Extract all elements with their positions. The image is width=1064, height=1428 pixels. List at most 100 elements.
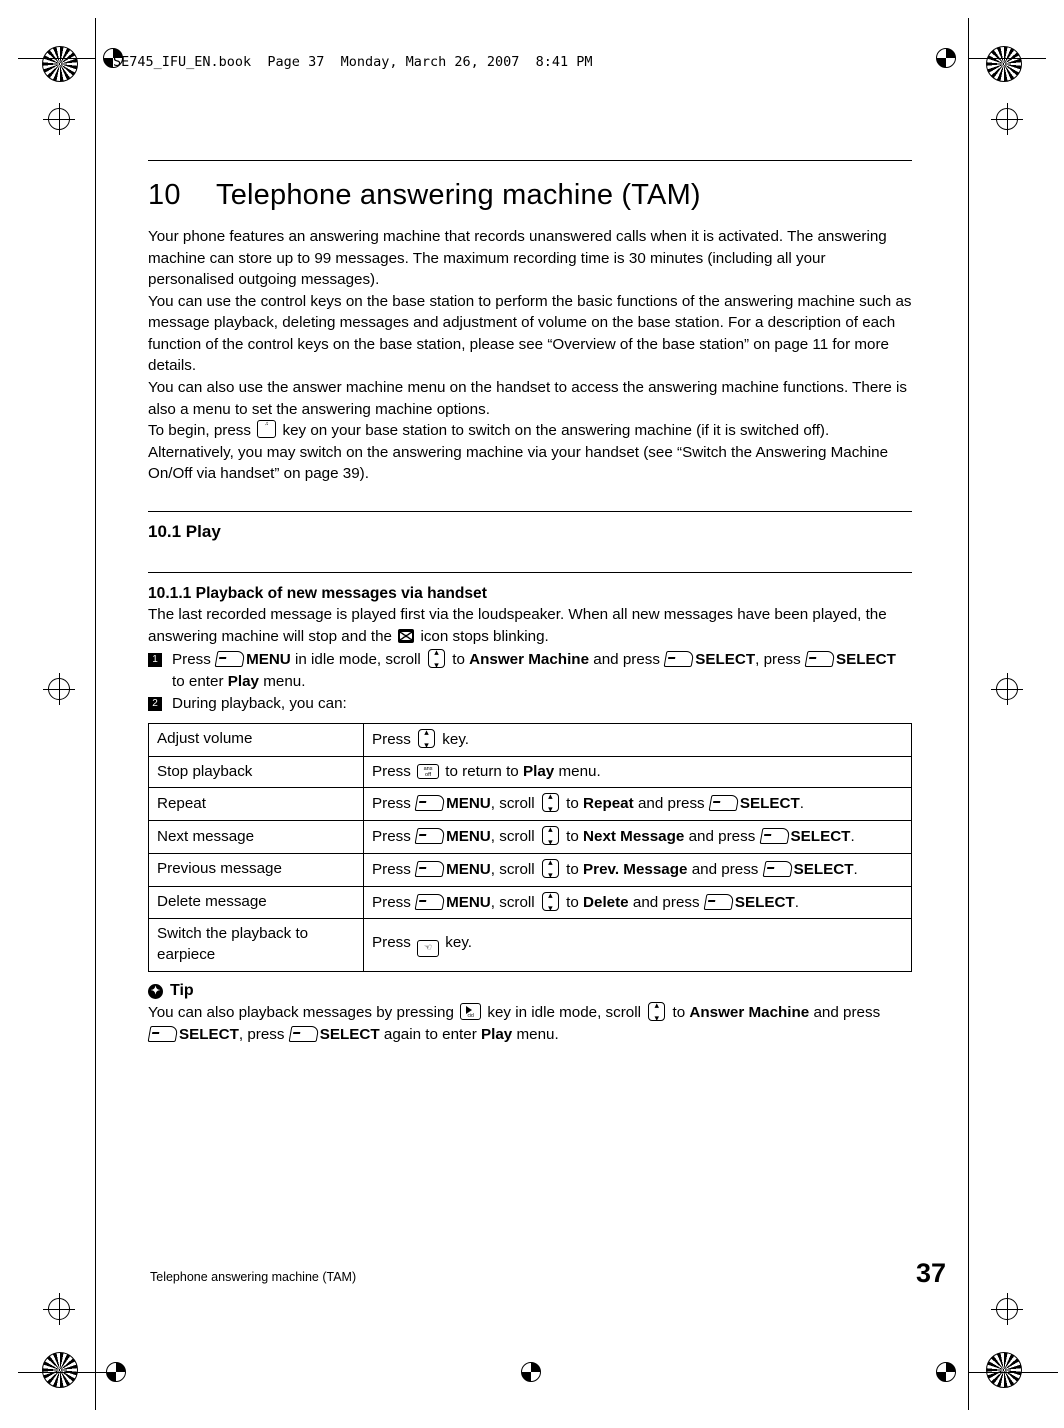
book-build-header: SE745_IFU_EN.book Page 37 Monday, March …	[113, 54, 593, 70]
soft-key-icon	[288, 1025, 320, 1042]
soft-key-icon	[414, 795, 446, 812]
playback-controls-table: Adjust volume Press key. Stop playback P…	[148, 722, 912, 973]
footer-chapter-name: Telephone answering machine (TAM)	[150, 1270, 357, 1284]
row2-period: .	[799, 795, 805, 813]
step1-text-and-press: and press	[593, 651, 660, 669]
soft-key-icon	[804, 651, 836, 668]
step1-text-enter: to enter	[172, 672, 224, 690]
tip-press-2: , press	[238, 1025, 285, 1043]
tip-paragraph: You can also playback messages by pressi…	[147, 999, 912, 1045]
soft-key-icon	[703, 893, 735, 910]
table-cell-instruction: Press key.	[363, 722, 912, 757]
nav-scroll-key-icon	[541, 790, 559, 815]
step-text: Press MENU in idle mode, scroll to Answe…	[172, 646, 912, 692]
table-cell-action: Adjust volume	[148, 722, 364, 757]
row6-press: Press	[372, 933, 411, 951]
nav-scroll-key-icon	[648, 999, 666, 1024]
tip-bulb-icon: ✦	[148, 983, 163, 999]
row4-andpress: and press	[691, 860, 759, 878]
row2-menu-label: MENU	[446, 795, 491, 813]
registration-quad-bottom-center	[521, 1362, 541, 1382]
registration-star-bottom-right	[986, 1352, 1022, 1388]
step-text: During playback, you can:	[172, 695, 347, 713]
table-cell-instruction: Press MENU, scroll to Delete and press S…	[363, 885, 912, 920]
answer-off-key-icon: ans off	[417, 763, 440, 779]
crop-line-top-horizontal-left	[18, 58, 96, 59]
steps-list: 1 Press MENU in idle mode, scroll to Ans…	[148, 646, 912, 715]
tip-select-1: SELECT	[179, 1025, 239, 1043]
step1-word-menu: menu.	[263, 672, 306, 690]
table-cell-instruction: Press MENU, scroll to Prev. Message and …	[363, 852, 912, 887]
row2-press: Press	[372, 795, 411, 813]
crop-line-top-horizontal-right	[968, 58, 1046, 59]
step1-play-label: Play	[227, 672, 259, 690]
nav-scroll-key-icon	[541, 889, 559, 914]
row3-option: Next Message	[583, 828, 685, 846]
tip-play: Play	[481, 1025, 513, 1043]
registration-target-right-lower	[991, 1293, 1023, 1325]
subsection-heading: 10.1.1 Playback of new messages via hand…	[148, 584, 487, 602]
table-row: Switch the playback to earpiece Press ☜ …	[148, 918, 912, 973]
row1-press: Press	[372, 762, 411, 780]
table-row: Delete message Press MENU, scroll to Del…	[148, 885, 912, 920]
lead-text-b: icon stops blinking.	[420, 627, 549, 645]
row3-andpress: and press	[688, 828, 756, 846]
intro-paragraph-4: To begin, press ♫ key on your base stati…	[148, 420, 912, 485]
crop-line-bottom-horizontal-left	[18, 1372, 108, 1373]
table-row: Stop playback Press ans off to return to …	[148, 755, 912, 789]
row2-select: SELECT	[739, 795, 800, 813]
tip-and-press: and press	[813, 1004, 881, 1022]
tip-label: Tip	[170, 982, 194, 1000]
soft-key-icon	[147, 1025, 179, 1042]
chapter-number: 10	[148, 179, 181, 211]
table-cell-action: Stop playback	[148, 755, 364, 789]
soft-key-icon	[759, 828, 790, 845]
registration-target-left-mid	[43, 673, 75, 705]
registration-quad-bottom-left	[106, 1362, 126, 1382]
row2-andpress: and press	[637, 795, 705, 813]
soft-key-icon	[762, 860, 794, 877]
table-cell-action: Previous message	[148, 852, 364, 887]
row5-press: Press	[372, 893, 411, 911]
section-rule-top	[148, 510, 912, 512]
registration-quad-bottom-right	[936, 1362, 956, 1382]
registration-target-right-upper	[991, 103, 1023, 135]
row4-option: Prev. Message	[583, 860, 688, 878]
intro-paragraph-3: You can also use the answer machine menu…	[148, 379, 907, 418]
step1-select-label-2: SELECT	[835, 651, 896, 669]
row4-press: Press	[372, 860, 411, 878]
table-cell-action: Repeat	[148, 787, 364, 822]
step-number: 2	[148, 697, 162, 712]
row0-key: key.	[442, 730, 470, 748]
crop-line-bottom-horizontal-right	[968, 1372, 1058, 1373]
table-row: Next message Press MENU, scroll to Next …	[148, 820, 912, 854]
soft-key-icon	[414, 893, 446, 910]
row5-to: to	[566, 893, 579, 911]
row3-menu-label: MENU	[446, 828, 491, 846]
section-rule-bottom	[148, 571, 912, 573]
table-cell-action: Delete message	[148, 885, 364, 920]
tip-select-2: SELECT	[319, 1025, 380, 1043]
row5-menu-label: MENU	[446, 893, 491, 911]
registration-target-left-lower	[43, 1293, 75, 1325]
step1-menu-label: MENU	[246, 651, 291, 669]
registration-star-bottom-left	[42, 1352, 78, 1388]
nav-scroll-key-icon	[541, 823, 559, 848]
page-number: 37	[915, 1258, 946, 1288]
row3-to: to	[566, 828, 579, 846]
row1-return: to return to	[445, 762, 519, 780]
step1-text-press2: , press	[755, 651, 801, 669]
row2-option: Repeat	[583, 795, 634, 813]
intro-p4-text-a: To begin, press	[148, 422, 251, 440]
cid-playback-key-icon: cid	[460, 1003, 482, 1021]
row3-select: SELECT	[790, 828, 851, 846]
tip-answer-machine: Answer Machine	[689, 1004, 810, 1022]
step1-select-label-1: SELECT	[695, 651, 756, 669]
list-item: 1 Press MENU in idle mode, scroll to Ans…	[148, 646, 912, 692]
table-cell-action: Next message	[148, 820, 364, 854]
step-number: 1	[148, 653, 162, 668]
row6-key: key.	[445, 933, 473, 951]
row5-period: .	[794, 893, 799, 911]
tip-again-enter: again to enter	[383, 1025, 477, 1043]
tip-text-a: You can also playback messages by pressi…	[148, 1004, 454, 1022]
